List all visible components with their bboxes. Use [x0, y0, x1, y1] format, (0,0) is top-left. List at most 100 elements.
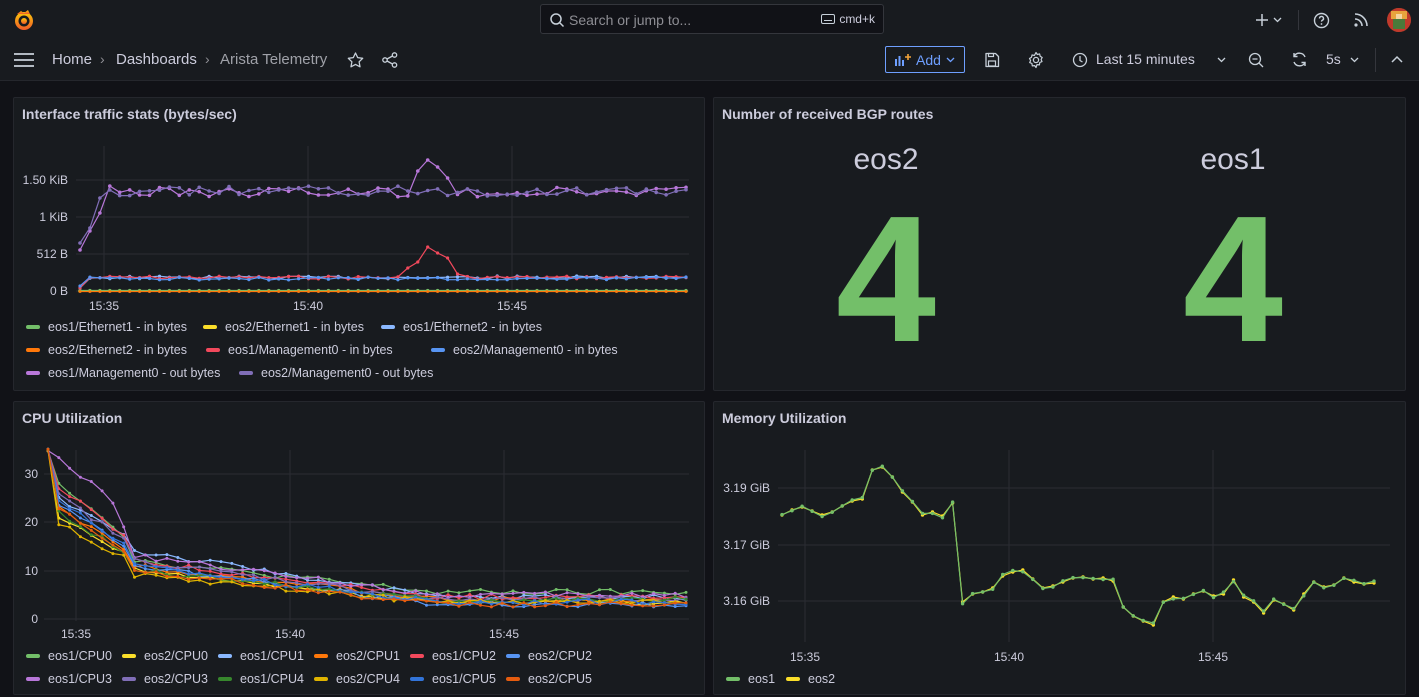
legend-swatch [26, 348, 40, 352]
news-feed-icon[interactable] [1353, 12, 1369, 28]
series-point [1021, 570, 1025, 574]
legend-item[interactable]: eos2/Management0 - out bytes [239, 366, 433, 380]
breadcrumb-dashboards[interactable]: Dashboards [116, 51, 197, 68]
series-point [436, 290, 439, 293]
series-point [252, 579, 255, 583]
series-point [495, 290, 499, 293]
legend-item[interactable]: eos1/Management0 - out bytes [26, 366, 220, 380]
legend-item[interactable]: eos1/Ethernet2 - in bytes [381, 320, 542, 334]
breadcrumb-home[interactable]: Home [52, 51, 92, 68]
legend-item[interactable]: eos1/CPU4 [218, 672, 304, 686]
zoom-out-icon[interactable] [1248, 52, 1264, 68]
top-bar: Search or jump to... cmd+k [0, 0, 1419, 40]
series-point [133, 575, 136, 579]
legend-item[interactable]: eos1/CPU1 [218, 649, 304, 663]
series-point [296, 186, 301, 191]
legend-item[interactable]: eos2/CPU2 [506, 649, 592, 663]
legend-item[interactable]: eos2/CPU5 [506, 672, 592, 686]
series-point [287, 290, 290, 293]
legend-item[interactable]: eos2/CPU1 [314, 649, 400, 663]
share-icon[interactable] [382, 52, 398, 68]
legend-item[interactable]: eos1 [726, 672, 775, 686]
legend-item[interactable]: eos2/CPU4 [314, 672, 400, 686]
series-point [287, 278, 291, 282]
series-point [247, 278, 251, 282]
series-point [100, 520, 104, 524]
series-point [446, 601, 450, 605]
series-point [187, 276, 191, 280]
series-point [230, 580, 234, 584]
refresh-icon[interactable] [1291, 51, 1308, 68]
series-point [133, 549, 136, 552]
series-point [406, 189, 410, 193]
series-point [286, 186, 291, 190]
chevron-up-icon[interactable] [1391, 55, 1403, 63]
legend-item[interactable]: eos1/CPU0 [26, 649, 112, 663]
new-button[interactable] [1250, 10, 1286, 30]
legend-item[interactable]: eos1/CPU5 [410, 672, 496, 686]
series-point [414, 598, 418, 602]
series-point [284, 583, 288, 587]
series-point [406, 194, 410, 198]
legend-item[interactable]: eos2/CPU0 [122, 649, 208, 663]
series-point [500, 596, 504, 600]
chevron-down-icon [1217, 57, 1226, 63]
save-icon[interactable] [984, 52, 1000, 68]
series-point [360, 586, 364, 589]
series-point [619, 602, 623, 605]
cpu-chart[interactable]: 30 20 10 0 15:35 15:40 15:45 [14, 402, 706, 647]
series-point [910, 499, 915, 504]
series-point [456, 290, 459, 293]
cpu-legend: eos1/CPU0 eos2/CPU0 eos1/CPU1 eos2/CPU1 … [26, 649, 696, 694]
series-point [468, 593, 472, 596]
series-point [376, 189, 380, 193]
add-button[interactable]: Add [885, 46, 965, 73]
series-point [565, 605, 569, 609]
legend-item[interactable]: eos2/Ethernet1 - in bytes [203, 320, 364, 334]
series-point [88, 290, 92, 293]
series-point [970, 591, 975, 596]
memory-panel: Memory Utilization 3.19 GiB 3.17 GiB 3.1… [713, 401, 1406, 695]
legend-label: eos1/Ethernet2 - in bytes [403, 320, 542, 334]
legend-item[interactable]: eos1/CPU2 [410, 649, 496, 663]
series-point [78, 516, 82, 520]
legend-item[interactable]: eos2/CPU3 [122, 672, 208, 686]
series-point [360, 583, 364, 587]
avatar-image [1387, 8, 1411, 32]
star-icon[interactable] [347, 52, 364, 68]
legend-item[interactable]: eos1/Ethernet1 - in bytes [26, 320, 187, 334]
settings-gear-icon[interactable] [1027, 51, 1045, 69]
grafana-logo-icon[interactable] [12, 8, 36, 32]
series-point [111, 543, 115, 547]
legend-item[interactable]: eos2/Ethernet2 - in bytes [26, 343, 187, 357]
series-point [306, 582, 309, 586]
series-point [574, 186, 579, 190]
legend-item[interactable]: eos2/Management0 - in bytes [431, 343, 618, 357]
menu-icon[interactable] [14, 53, 34, 67]
series-point [500, 601, 504, 605]
memory-chart[interactable]: 3.19 GiB 3.17 GiB 3.16 GiB 15:35 15:40 1… [714, 402, 1407, 667]
traffic-chart[interactable]: 1.50 KiB 1 KiB 512 B 0 B 15:35 15:40 15:… [14, 98, 706, 318]
series-point [615, 290, 618, 293]
user-avatar[interactable] [1387, 8, 1411, 32]
legend-item[interactable]: eos2 [786, 672, 835, 686]
series-point [500, 592, 504, 596]
series-point [576, 592, 580, 596]
legend-item[interactable]: eos1/Management0 - in bytes [206, 343, 393, 357]
series-point [326, 274, 330, 278]
series-point [1342, 576, 1346, 580]
time-range-picker[interactable]: Last 15 minutes [1072, 50, 1228, 70]
series-point [664, 290, 668, 293]
shortcut-text: cmd+k [839, 12, 875, 26]
help-icon[interactable] [1313, 12, 1330, 29]
series-point [89, 528, 93, 532]
search-input[interactable]: Search or jump to... cmd+k [540, 4, 884, 34]
breadcrumb-separator: › [205, 51, 210, 67]
series-point [360, 597, 364, 601]
series-point [630, 598, 634, 602]
series-point [257, 186, 261, 191]
refresh-interval-picker[interactable]: 5s [1326, 50, 1360, 70]
legend-item[interactable]: eos1/CPU3 [26, 672, 112, 686]
series-point [870, 468, 874, 472]
series-point [366, 275, 370, 279]
